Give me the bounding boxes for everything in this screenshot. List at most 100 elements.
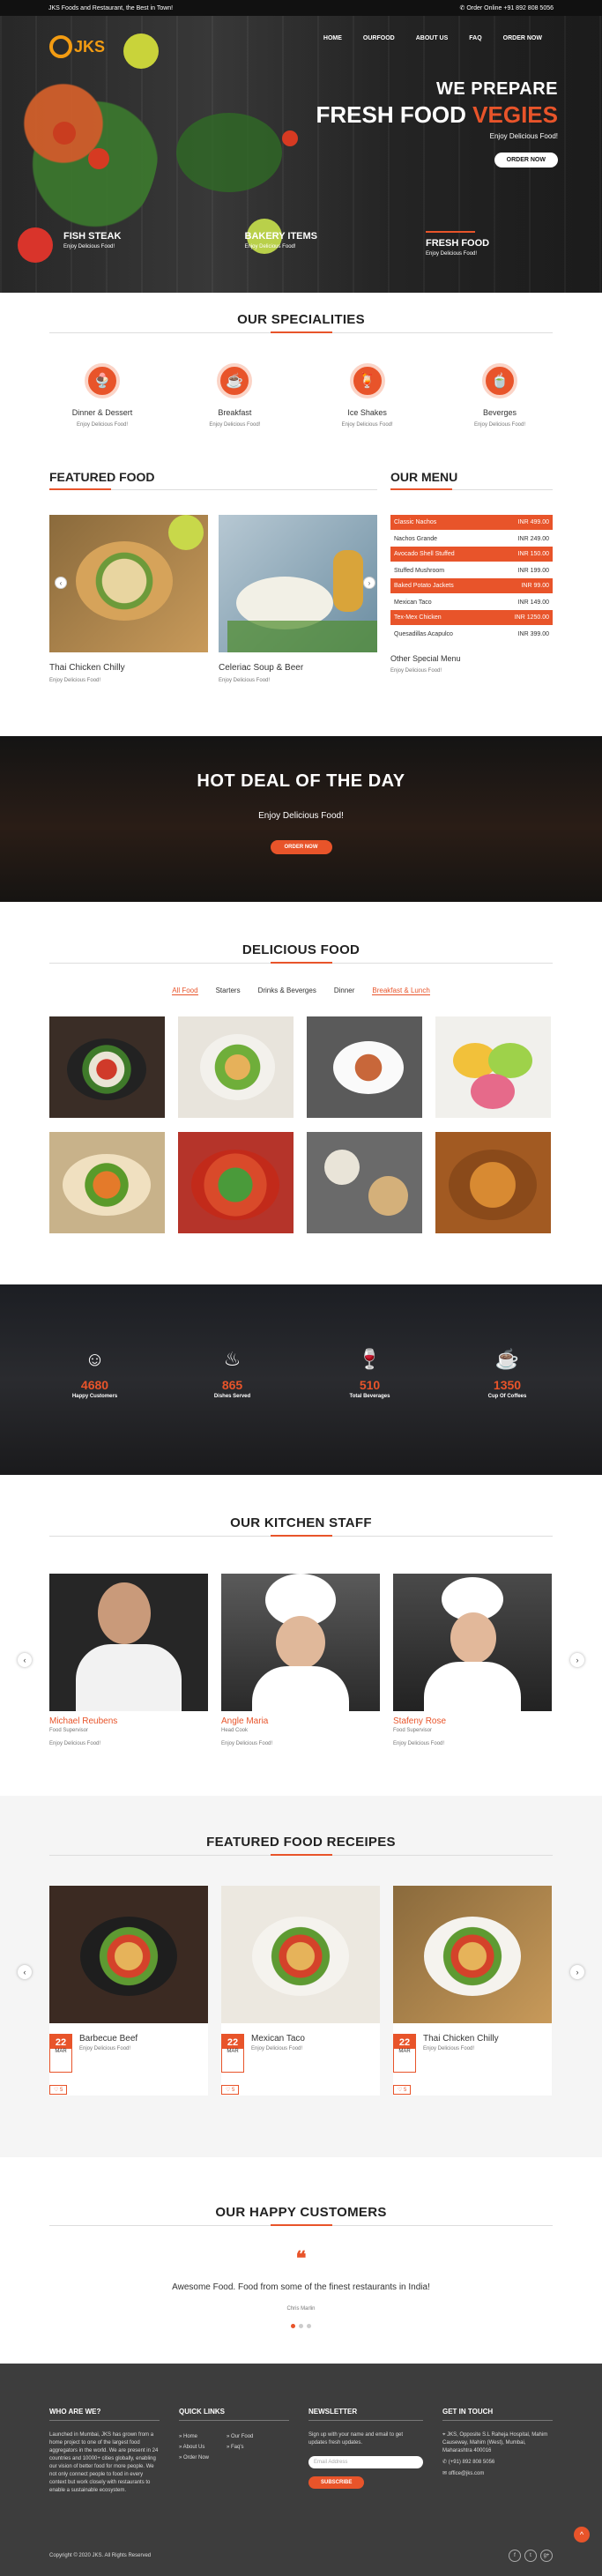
nav-about[interactable]: ABOUT US [416, 35, 449, 41]
hero-features: FISH STEAK Enjoy Delicious Food! BAKERY … [63, 231, 558, 257]
hero-feature[interactable]: FISH STEAK Enjoy Delicious Food! [63, 231, 196, 257]
stat-label: Dishes Served [213, 1394, 251, 1399]
filter-tab[interactable]: Drinks & Beverges [258, 986, 316, 995]
footer-links: QUICK LINKS » Home» About Us» Order Now … [179, 2408, 289, 2495]
filter-tab[interactable]: All Food [172, 986, 198, 995]
google-plus-icon[interactable]: g+ [540, 2550, 553, 2562]
gallery-image[interactable] [178, 1132, 294, 1233]
hero-feature[interactable]: BAKERY ITEMS Enjoy Delicious Food! [245, 231, 377, 257]
hot-deal-order-button[interactable]: ORDER NOW [270, 840, 332, 854]
menu-row[interactable]: Nachos Grande INR 249.00 [390, 532, 553, 547]
newsletter-email-input[interactable]: Email Address [308, 2456, 423, 2468]
menu-row[interactable]: Stuffed Mushroom INR 199.00 [390, 563, 553, 578]
delicious-section: DELICIOUS FOOD All Food Starters Drinks & … [0, 902, 602, 1233]
menu-row[interactable]: Baked Potato Jackets INR 99.00 [390, 578, 553, 593]
recipes-prev-icon[interactable]: ‹ [18, 1965, 32, 1979]
tagline: JKS Foods and Restaurant, the Best in To… [48, 4, 174, 11]
testimonial-author: Chris Marlin [286, 2306, 316, 2312]
dish-icon: ♨ [223, 1348, 242, 1370]
back-to-top-icon[interactable]: ^ [574, 2527, 590, 2542]
staff-photo [49, 1574, 208, 1711]
stat-item: ☕ 1350 Cup Of Coffees [470, 1348, 546, 1475]
staff-photo [393, 1574, 552, 1711]
recipe-card[interactable]: 22 MAR Barbecue Beef Enjoy Delicious Food! ♡… [49, 1886, 208, 2096]
recipe-card[interactable]: 22 MAR Mexican Taco Enjoy Delicious Food! ♡ … [221, 1886, 380, 2096]
carousel-dot[interactable] [307, 2324, 311, 2328]
like-count[interactable]: ♡ 5 [393, 2085, 412, 2095]
facebook-icon[interactable]: f [509, 2550, 521, 2562]
hero-feature[interactable]: FRESH FOOD Enjoy Delicious Food! [426, 231, 558, 257]
like-count[interactable]: ♡ 5 [221, 2085, 240, 2095]
speciality-item[interactable]: 🍨 Dinner & Dessert Enjoy Delicious Food! [62, 363, 143, 428]
carousel-dot[interactable] [291, 2324, 295, 2328]
like-count[interactable]: ♡ 5 [49, 2085, 68, 2095]
speciality-item[interactable]: 🍵 Beverges Enjoy Delicious Food! [459, 363, 540, 428]
carousel-dot[interactable] [299, 2324, 303, 2328]
menu-item-name: Tex-Mex Chicken [394, 614, 442, 621]
our-menu: OUR MENU Classic Nachos INR 499.00 Nachos … [390, 470, 553, 683]
filter-tab[interactable]: Starters [216, 986, 241, 995]
menu-row[interactable]: Mexican Taco INR 149.00 [390, 595, 553, 610]
hero-order-button[interactable]: ORDER NOW [494, 153, 558, 168]
food-card[interactable]: Celeriac Soup & Beer Enjoy Delicious Foo… [219, 515, 377, 683]
recipe-date: 22 MAR [49, 2034, 72, 2073]
nav-ourfood[interactable]: OURFOOD [363, 35, 395, 41]
brand-logo[interactable]: JKS [49, 35, 105, 58]
staff-prev-icon[interactable]: ‹ [18, 1653, 32, 1667]
footer-link[interactable]: » About Us [179, 2442, 209, 2453]
menu-item-name: Mexican Taco [394, 599, 432, 606]
food-filter-tabs: All Food Starters Drinks & Beverges Dinner B… [0, 986, 602, 995]
gallery-image[interactable] [435, 1016, 551, 1118]
gallery-image[interactable] [49, 1132, 165, 1233]
prev-arrow-icon[interactable]: ‹ [55, 577, 67, 589]
gallery-image[interactable] [49, 1016, 165, 1118]
tea-cup-icon: 🍵 [481, 363, 517, 398]
nav-order-now[interactable]: ORDER NOW [503, 35, 542, 41]
stat-item: ♨ 865 Dishes Served [195, 1348, 271, 1475]
recipe-image [393, 1886, 552, 2023]
nav-home[interactable]: HOME [323, 35, 342, 41]
stats-band: ☺ 4680 Happy Customers ♨ 865 Dishes Served 🍷 51… [0, 1284, 602, 1475]
nav-faq[interactable]: FAQ [469, 35, 481, 41]
speciality-item[interactable]: 🍹 Ice Shakes Enjoy Delicious Food! [327, 363, 408, 428]
order-phone[interactable]: ✆ Order Online +91 892 808 5056 [460, 4, 554, 11]
menu-row[interactable]: Quesadillas Acapulco INR 399.00 [390, 627, 553, 642]
menu-row[interactable]: Avocado Shell Stuffed INR 150.00 [390, 547, 553, 562]
stat-number: 4680 [80, 1378, 109, 1392]
footer: WHO ARE WE? Launched in Mumbai, JKS has … [0, 2364, 602, 2576]
staff-card[interactable]: Michael Reubens Food Supervisor Enjoy De… [49, 1574, 208, 1746]
filter-tab[interactable]: Dinner [334, 986, 355, 995]
section-title: OUR KITCHEN STAFF [230, 1515, 372, 1530]
staff-next-icon[interactable]: › [570, 1653, 584, 1667]
wine-glass-icon: 🍷 [357, 1348, 383, 1370]
recipe-title: Mexican Taco [251, 2034, 305, 2044]
recipes-section: FEATURED FOOD RECEIPES 22 MAR Barbecue Bee… [0, 1796, 602, 2157]
gallery-image[interactable] [178, 1016, 294, 1118]
gallery-image[interactable] [435, 1132, 551, 1233]
menu-row[interactable]: Classic Nachos INR 499.00 [390, 515, 553, 530]
footer-about: WHO ARE WE? Launched in Mumbai, JKS has … [49, 2408, 160, 2493]
recipes-next-icon[interactable]: › [570, 1965, 584, 1979]
speciality-item[interactable]: ☕ Breakfast Enjoy Delicious Food! [194, 363, 275, 428]
footer-link[interactable]: » Order Now [179, 2453, 209, 2463]
stat-number: 1350 [493, 1378, 522, 1392]
social-links: f t g+ [509, 2550, 553, 2562]
food-card[interactable]: Thai Chicken Chilly Enjoy Delicious Food… [49, 515, 208, 683]
footer-link[interactable]: » Our Food [227, 2431, 253, 2442]
section-title: FEATURED FOOD RECEIPES [206, 1835, 396, 1850]
featured-food-title: FEATURED FOOD [49, 470, 155, 484]
shake-glass-icon: 🍹 [349, 363, 385, 398]
footer-link[interactable]: » Home [179, 2431, 209, 2442]
staff-card[interactable]: Stafeny Rose Food Supervisor Enjoy Delic… [393, 1574, 552, 1746]
footer-link[interactable]: » Faq's [227, 2442, 253, 2453]
next-arrow-icon[interactable]: › [363, 577, 375, 589]
subscribe-button[interactable]: SUBSCRIBE [308, 2476, 365, 2489]
gallery-image[interactable] [307, 1132, 422, 1233]
filter-tab[interactable]: Breakfast & Lunch [372, 986, 430, 995]
twitter-icon[interactable]: t [524, 2550, 537, 2562]
phone-icon: ✆ [442, 2460, 448, 2465]
gallery-image[interactable] [307, 1016, 422, 1118]
staff-card[interactable]: Angle Maria Head Cook Enjoy Delicious Fo… [221, 1574, 380, 1746]
recipe-card[interactable]: 22 MAR Thai Chicken Chilly Enjoy Delicious … [393, 1886, 552, 2096]
menu-row[interactable]: Tex-Mex Chicken INR 1250.00 [390, 610, 553, 625]
